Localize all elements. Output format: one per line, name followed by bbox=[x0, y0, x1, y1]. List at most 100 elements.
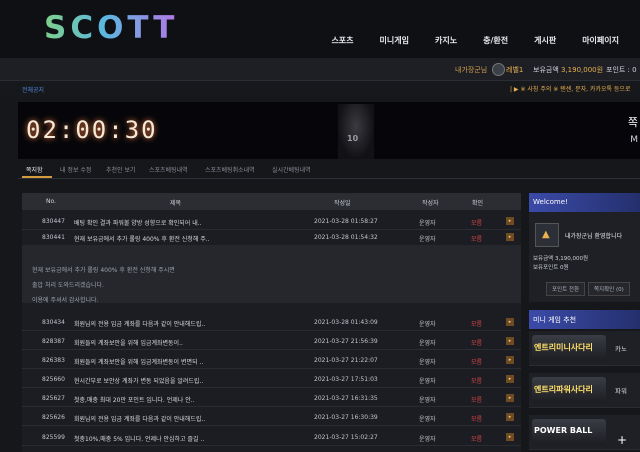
tab-sports-bets[interactable]: 스포츠베팅내역 bbox=[149, 165, 188, 174]
notice-ticker: | ▶ ※ 사칭 주의 ※ 텐센, 문자, 카카오톡 등으로 bbox=[510, 86, 631, 93]
tab-live-bets[interactable]: 실시간베팅내역 bbox=[272, 165, 311, 174]
welcome-header: Welcome! bbox=[529, 193, 640, 212]
minigame-logo: 엔트리미니사다리 bbox=[532, 335, 606, 361]
table-row[interactable]: 825599 첫충10%,매충 5% 입니다. 언제나 안심하고 즐길 .. 2… bbox=[22, 429, 521, 446]
tab-sports-bet-cancels[interactable]: 스포츠베팅취소내역 bbox=[205, 165, 255, 174]
row-expand-icon[interactable]: ▸ bbox=[506, 394, 514, 402]
notice-label[interactable]: 전체공지 bbox=[22, 85, 44, 94]
minigame-title: 미니 게임 추천 bbox=[533, 316, 577, 324]
notice-bar: 전체공지 | ▶ ※ 사칭 주의 ※ 텐센, 문자, 카카오톡 등으로 bbox=[0, 81, 640, 97]
nav-board[interactable]: 게시판 bbox=[521, 35, 569, 46]
row-expand-icon[interactable]: ▸ bbox=[506, 413, 514, 421]
row-expand-icon[interactable]: ▸ bbox=[506, 433, 514, 441]
row-date: 2021-03-27 21:56:39 bbox=[314, 338, 378, 345]
row-author: 운영자 bbox=[419, 397, 436, 404]
row-check-status: 모름 bbox=[471, 436, 483, 443]
table-row[interactable]: 830434 회원님의 전용 입금 계좌를 다음과 같이 안내해드립.. 202… bbox=[22, 314, 521, 331]
row-date: 2021-03-28 01:58:27 bbox=[314, 218, 378, 225]
row-date: 2021-03-27 17:51:03 bbox=[314, 376, 378, 383]
row-title[interactable]: 베팅 확인 결과 파워볼 양방 성향으로 확인되어 내.. bbox=[74, 218, 202, 227]
nav-mypage[interactable]: 마이페이지 bbox=[569, 35, 632, 46]
avatar: ▲ bbox=[535, 223, 559, 247]
header-date: 작성일 bbox=[334, 200, 351, 207]
row-title[interactable]: 회원들의 계좌보안을 위해 입금계좌변동이 변면되 .. bbox=[74, 357, 203, 366]
row-check-status: 모름 bbox=[471, 220, 483, 227]
note-check-button[interactable]: 쪽지확인 (0) bbox=[588, 282, 630, 296]
row-check-status: 모름 bbox=[471, 416, 483, 423]
row-title[interactable]: 현시간부로 보안상 계좌가 변동 되었음을 알려드립.. bbox=[74, 376, 203, 385]
header-title: 제목 bbox=[170, 200, 182, 207]
table-row[interactable]: 826383 회원들의 계좌보안을 위해 입금계좌변동이 변면되 .. 2021… bbox=[22, 352, 521, 369]
note-line: 출압 처리 도와드리겠습니다. bbox=[32, 282, 104, 289]
minigame-label: 카노 bbox=[615, 345, 627, 353]
row-title[interactable]: 회원님의 전용 입금 계좌를 다음과 같이 안내해드립.. bbox=[74, 319, 205, 328]
nav-casino[interactable]: 카지노 bbox=[422, 35, 470, 46]
table-row[interactable]: 830441 현재 보유금에서 추가 롤링 400% 후 환전 신청해 주.. … bbox=[22, 229, 521, 246]
tab-referrals[interactable]: 추천인 보기 bbox=[106, 165, 136, 174]
row-title[interactable]: 회원들의 계좌보안을 위해 입금계좌변동이.. bbox=[74, 338, 183, 347]
row-expand-icon[interactable]: ▸ bbox=[506, 356, 514, 364]
row-no: 830434 bbox=[42, 319, 65, 326]
nav-minigame[interactable]: 미니게임 bbox=[367, 35, 422, 46]
row-author: 운영자 bbox=[419, 359, 436, 366]
point-convert-button[interactable]: 포인트 전환 bbox=[546, 282, 586, 296]
header-no: No. bbox=[46, 198, 56, 205]
minigame-logo: POWER BALL bbox=[532, 419, 606, 445]
nav-deposit-withdraw[interactable]: 충/환전 bbox=[470, 35, 521, 46]
row-expand-icon[interactable]: ▸ bbox=[506, 337, 514, 345]
tab-edit-info[interactable]: 내 정보 수정 bbox=[60, 165, 91, 174]
note-line: 이용에 주셔서 감사합니다. bbox=[32, 297, 99, 304]
tab-notes[interactable]: 쪽지함 bbox=[26, 165, 43, 174]
user-money: 보유금액 3,190,000원 bbox=[533, 65, 603, 75]
minigame-item[interactable]: 엔트리미니사다리 카노 bbox=[529, 331, 640, 366]
plus-icon[interactable]: + bbox=[617, 433, 627, 447]
money-label: 보유금액 bbox=[533, 66, 559, 74]
promo-banner[interactable]: 02:00:30 10 쪽 M bbox=[18, 102, 640, 159]
minigame-logo-text: 엔트리파워사다리 bbox=[534, 385, 593, 394]
expanded-note-body: 현재 보유금에서 추가 롤링 400% 후 환전 신청해 주시면 출압 처리 도… bbox=[22, 245, 521, 304]
row-title[interactable]: 첫충10%,매충 5% 입니다. 언제나 안심하고 즐길 .. bbox=[74, 434, 204, 443]
mypage-tabs: 쪽지함 내 정보 수정 추천인 보기 스포츠베팅내역 스포츠베팅취소내역 실시간… bbox=[18, 162, 640, 179]
row-expand-icon[interactable]: ▸ bbox=[506, 375, 514, 383]
row-expand-icon[interactable]: ▸ bbox=[506, 233, 514, 241]
row-expand-icon[interactable]: ▸ bbox=[506, 217, 514, 225]
row-author: 운영자 bbox=[419, 321, 436, 328]
minigame-header: 미니 게임 추천 bbox=[529, 310, 640, 329]
row-no: 825660 bbox=[42, 376, 65, 383]
banner-side-text-2: M bbox=[630, 135, 638, 145]
row-check-status: 모름 bbox=[471, 340, 483, 347]
row-date: 2021-03-28 01:43:09 bbox=[314, 319, 378, 326]
minigame-label: 파워 bbox=[615, 387, 627, 395]
user-point: 포인트 : 0 bbox=[606, 66, 637, 74]
header-author: 작성자 bbox=[422, 200, 439, 207]
row-check-status: 모름 bbox=[471, 236, 483, 243]
row-no: 826383 bbox=[42, 357, 65, 364]
table-header: No. 제목 작성일 작성자 확인 bbox=[22, 193, 521, 210]
note-line: 현재 보유금에서 추가 롤링 400% 후 환전 신청해 주시면 bbox=[32, 267, 175, 274]
row-expand-icon[interactable]: ▸ bbox=[506, 318, 514, 326]
row-no: 825626 bbox=[42, 414, 65, 421]
right-sidebar: Welcome! ▲ 내가장군님 환영합니다 보유금액 3,190,000원 보… bbox=[529, 193, 640, 452]
nav-sports[interactable]: 스포츠 bbox=[318, 35, 366, 46]
active-tab-indicator bbox=[22, 176, 52, 178]
table-row[interactable]: 830447 베팅 확인 결과 파워볼 양방 성향으로 확인되어 내.. 202… bbox=[22, 213, 521, 230]
money-value: 3,190,000원 bbox=[561, 66, 604, 74]
minigame-item[interactable]: 엔트리파워사다리 파워 bbox=[529, 373, 640, 408]
user-name: 내가장군님 bbox=[455, 66, 488, 74]
header-check: 확인 bbox=[472, 200, 484, 207]
row-title[interactable]: 회원님의 전용 입금 계좌를 다음과 같이 안내해드립.. bbox=[74, 414, 205, 423]
table-row[interactable]: 825660 현시간부로 보안상 계좌가 변동 되었음을 알려드립.. 2021… bbox=[22, 371, 521, 388]
row-no: 825599 bbox=[42, 434, 65, 441]
table-row[interactable]: 828387 회원들의 계좌보안을 위해 입금계좌변동이.. 2021-03-2… bbox=[22, 333, 521, 350]
row-title[interactable]: 첫충,매충 최대 20만 포인트 입니다. 언제나 안.. bbox=[74, 395, 195, 404]
row-title[interactable]: 현재 보유금에서 추가 롤링 400% 후 환전 신청해 주.. bbox=[74, 234, 210, 243]
row-author: 운영자 bbox=[419, 236, 436, 243]
user-bar: 내가장군님 레벨1 보유금액 3,190,000원 포인트 : 0 bbox=[0, 58, 640, 81]
banner-player-image: 10 bbox=[338, 104, 374, 159]
row-author: 운영자 bbox=[419, 220, 436, 227]
table-row[interactable]: 825627 첫충,매충 최대 20만 포인트 입니다. 언제나 안.. 202… bbox=[22, 390, 521, 407]
money-line: 보유금액 3,190,000원 bbox=[533, 256, 589, 262]
site-logo[interactable]: SCOTT bbox=[44, 10, 178, 46]
table-row[interactable]: 825626 회원님의 전용 입금 계좌를 다음과 같이 안내해드립.. 202… bbox=[22, 409, 521, 426]
row-no: 830447 bbox=[42, 218, 65, 225]
